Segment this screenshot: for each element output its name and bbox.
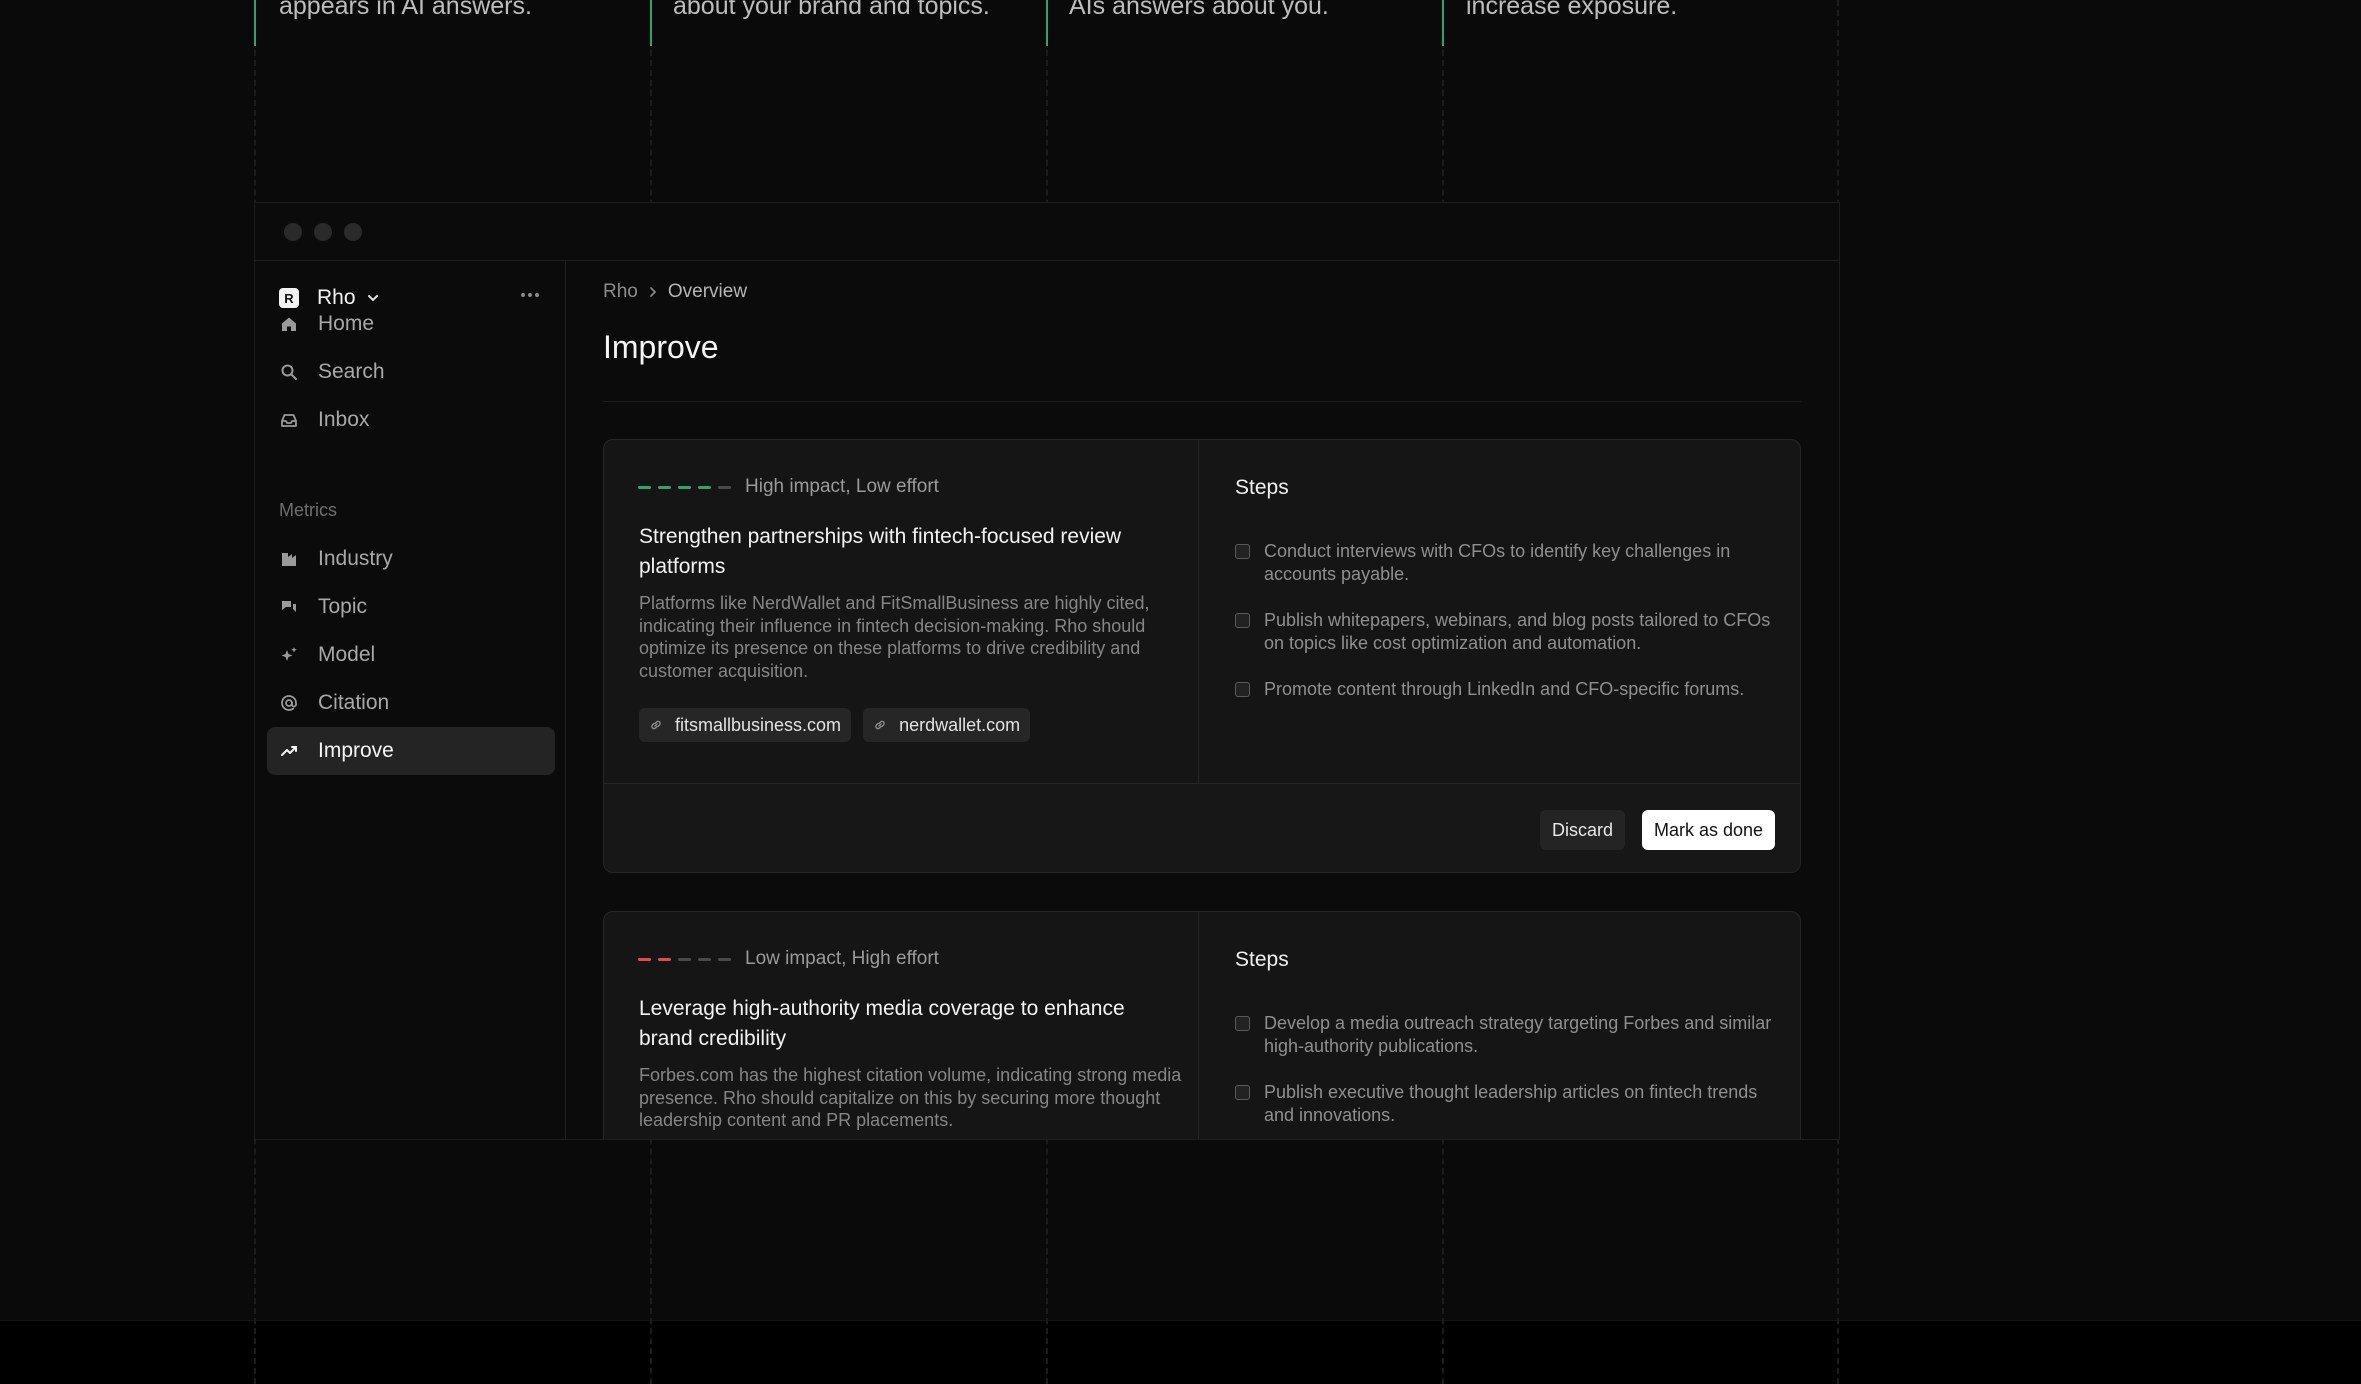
breadcrumb: Rho Overview [603, 281, 747, 303]
sidebar-item-label: Inbox [318, 408, 370, 431]
sidebar-item-label: Model [318, 643, 376, 666]
card-title: Leverage high-authority media coverage t… [639, 997, 1125, 1050]
step-checkbox[interactable] [1235, 682, 1250, 697]
step-item: Publish whitepapers, webinars, and blog … [1235, 609, 1775, 654]
steps-title: Steps [1235, 948, 1289, 971]
sidebar-item-improve[interactable]: Improve [267, 727, 555, 775]
sidebar-item-label: Home [318, 312, 375, 335]
window-titlebar [255, 203, 1839, 261]
card-actions: Discard Mark as done [604, 783, 1800, 872]
sidebar-item-label: Search [318, 360, 385, 383]
sparkle-icon [279, 645, 299, 665]
step-text: Publish whitepapers, webinars, and blog … [1264, 610, 1771, 653]
impact-indicator: High impact, Low effort [638, 476, 939, 498]
window-close-dot[interactable] [284, 223, 302, 241]
inbox-icon [279, 410, 299, 430]
main-content: Rho Overview Improve High impact, Low ef… [566, 261, 1839, 1139]
sidebar-item-label: Industry [318, 547, 393, 570]
feature-accent-line [1442, 0, 1444, 46]
feature-text: increase exposure. [1466, 0, 1678, 20]
source-tag[interactable]: fitsmallbusiness.com [639, 708, 852, 742]
steps-title: Steps [1235, 476, 1289, 499]
feature-accent-line [1046, 0, 1048, 46]
step-checkbox[interactable] [1235, 1085, 1250, 1100]
page-title: Improve [603, 329, 719, 365]
feature-text: AIs answers about you. [1069, 0, 1329, 20]
feature-accent-line [254, 0, 256, 46]
impact-indicator: Low impact, High effort [638, 948, 939, 970]
divider [603, 401, 1801, 402]
sidebar-item-topic[interactable]: Topic [267, 583, 555, 631]
step-text: Conduct interviews with CFOs to identify… [1264, 541, 1731, 584]
recommendation-card: High impact, Low effort Strengthen partn… [603, 439, 1801, 873]
step-item: Develop a media outreach strategy target… [1235, 1012, 1775, 1057]
source-tags: fitsmallbusiness.com nerdwallet.com [639, 708, 1031, 742]
sidebar-item-model[interactable]: Model [267, 631, 555, 679]
card-title: Strengthen partnerships with fintech-foc… [639, 525, 1122, 578]
step-checkbox[interactable] [1235, 1016, 1250, 1031]
app-window: R Rho Home Search Inbox Metrics Industry… [254, 202, 1840, 1140]
card-steps: Steps Develop a media outreach strategy … [1199, 912, 1800, 1139]
card-summary: Low impact, High effort Leverage high-au… [604, 912, 1199, 1139]
search-icon [279, 362, 299, 382]
sidebar-item-label: Improve [318, 739, 394, 762]
impact-bars [638, 485, 731, 489]
step-checkbox[interactable] [1235, 544, 1250, 559]
sidebar-item-search[interactable]: Search [267, 348, 555, 396]
sidebar-item-industry[interactable]: Industry [267, 535, 555, 583]
feature-accent-line [650, 0, 652, 46]
sidebar-item-citation[interactable]: Citation [267, 679, 555, 727]
trend-up-icon [279, 741, 299, 761]
sidebar-item-label: Citation [318, 691, 390, 714]
impact-label: High impact, Low effort [745, 476, 939, 497]
link-icon [651, 720, 661, 730]
landing-footer-band [0, 1320, 2361, 1384]
feature-text: about your brand and topics. [673, 0, 990, 20]
sidebar-item-inbox[interactable]: Inbox [267, 396, 555, 444]
discard-button[interactable]: Discard [1540, 810, 1626, 850]
source-tag-label: fitsmallbusiness.com [675, 714, 842, 735]
breadcrumb-current: Overview [667, 281, 748, 302]
impact-label: Low impact, High effort [745, 948, 939, 969]
recommendation-card: Low impact, High effort Leverage high-au… [603, 911, 1801, 1139]
step-item: Conduct interviews with CFOs to identify… [1235, 540, 1775, 585]
at-icon [279, 693, 299, 713]
source-tag-label: nerdwallet.com [899, 714, 1021, 735]
step-text: Publish executive thought leadership art… [1264, 1082, 1758, 1125]
section-label-metrics: Metrics [279, 500, 337, 520]
sidebar-item-label: Topic [318, 595, 368, 618]
sidebar-item-home[interactable]: Home [267, 300, 555, 348]
topic-icon [279, 597, 299, 617]
chevron-right-icon [650, 287, 656, 297]
page: appears in AI answers. about your brand … [0, 0, 2361, 1384]
card-description: Forbes.com has the highest citation volu… [639, 1065, 1182, 1130]
window-minimize-dot[interactable] [314, 223, 332, 241]
step-item: Publish executive thought leadership art… [1235, 1081, 1775, 1126]
more-options-icon[interactable] [521, 293, 539, 297]
step-text: Promote content through LinkedIn and CFO… [1264, 679, 1745, 699]
step-item: Promote content through LinkedIn and CFO… [1235, 678, 1775, 701]
feature-text: appears in AI answers. [279, 0, 532, 20]
card-description: Platforms like NerdWallet and FitSmallBu… [639, 593, 1150, 681]
step-text: Develop a media outreach strategy target… [1264, 1013, 1772, 1056]
link-icon [875, 720, 885, 730]
home-icon [279, 314, 299, 334]
breadcrumb-root[interactable]: Rho [603, 281, 638, 303]
mark-as-done-button[interactable]: Mark as done [1642, 810, 1776, 850]
impact-bars [638, 957, 731, 961]
window-maximize-dot[interactable] [344, 223, 362, 241]
source-tag[interactable]: nerdwallet.com [863, 708, 1031, 742]
sidebar: R Rho Home Search Inbox Metrics Industry… [255, 261, 566, 1139]
step-checkbox[interactable] [1235, 613, 1250, 628]
industry-icon [279, 549, 299, 569]
